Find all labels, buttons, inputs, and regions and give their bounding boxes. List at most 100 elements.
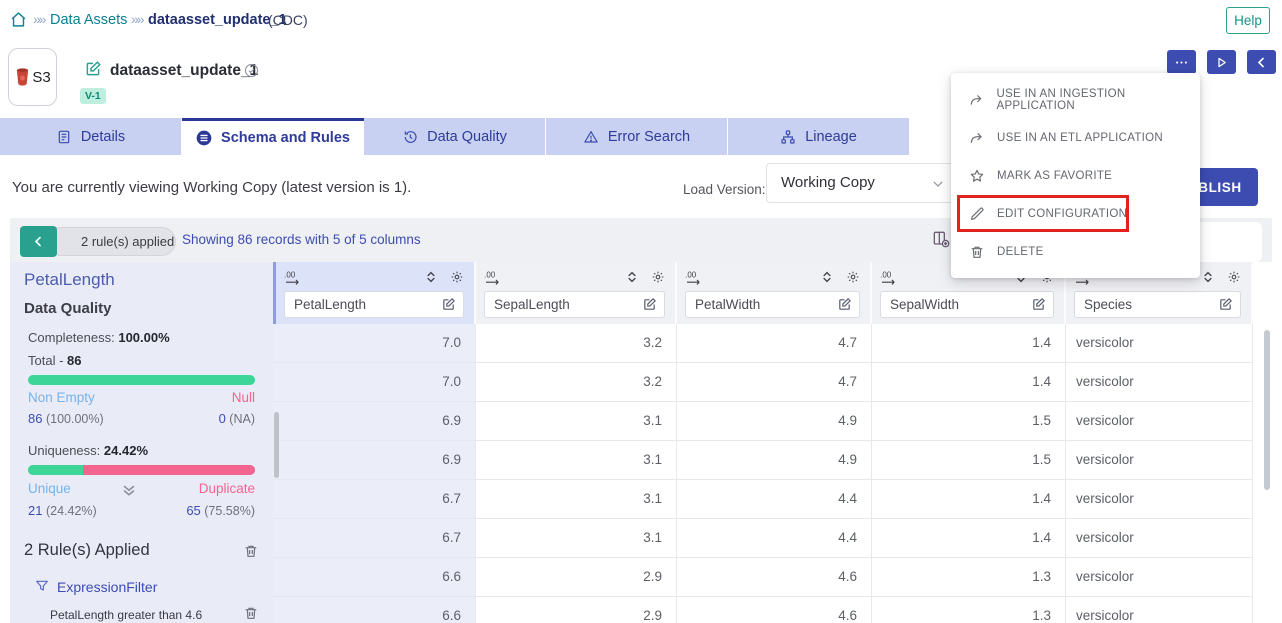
edit-column-icon[interactable] [1218, 297, 1233, 312]
edit-column-icon[interactable] [837, 297, 852, 312]
column-header-petalwidth: .00 PetalWidth [677, 262, 872, 324]
delete-rule-icon[interactable] [243, 605, 259, 621]
sort-icon[interactable] [1201, 270, 1215, 284]
gear-icon[interactable] [1227, 270, 1241, 284]
menu-item-use-in-an-etl-application[interactable]: USE IN AN ETL APPLICATION [951, 119, 1200, 157]
tab-error-search[interactable]: Error Search [546, 118, 728, 155]
right-scrollbar-thumb[interactable] [1264, 330, 1270, 490]
table-cell: 6.9 [273, 402, 476, 440]
table-cell: 6.6 [273, 597, 476, 623]
manage-columns-icon[interactable] [931, 229, 951, 249]
sort-icon[interactable] [625, 270, 639, 284]
menu-item-label: USE IN AN ETL APPLICATION [997, 132, 1163, 144]
tab-label: Data Quality [427, 129, 507, 145]
check-circle-icon [243, 62, 260, 79]
table-row[interactable]: 7.03.24.71.4versicolor [273, 363, 1253, 402]
table-cell: 1.5 [872, 402, 1066, 440]
table-row[interactable]: 6.73.14.41.4versicolor [273, 480, 1253, 519]
menu-item-delete[interactable]: DELETE [951, 233, 1200, 271]
column-profile-panel: PetalLength Data Quality Completeness: 1… [10, 262, 273, 623]
table-cell: 6.7 [273, 519, 476, 557]
table-row[interactable]: 6.62.94.61.3versicolor [273, 597, 1253, 623]
column-name-input[interactable]: SepalLength [484, 291, 665, 318]
menu-item-mark-as-favorite[interactable]: MARK AS FAVORITE [951, 157, 1200, 195]
edit-column-icon[interactable] [441, 297, 456, 312]
column-header-controls: .00 [484, 268, 665, 286]
column-name-value: SepalWidth [890, 297, 959, 312]
help-button[interactable]: Help [1226, 7, 1270, 34]
more-actions-button[interactable] [1167, 50, 1196, 74]
column-name-input[interactable]: Species [1074, 291, 1241, 318]
tab-details[interactable]: Details [0, 118, 182, 155]
working-copy-message: You are currently viewing Working Copy (… [12, 179, 411, 196]
gear-icon[interactable] [651, 270, 665, 284]
table-row[interactable]: 6.93.14.91.5versicolor [273, 402, 1253, 441]
table-cell: 3.1 [476, 480, 677, 518]
breadcrumb-current: dataasset_update_1 [148, 12, 287, 28]
gear-icon[interactable] [450, 270, 464, 284]
column-header-controls: .00 [284, 268, 464, 286]
table-cell: 4.7 [677, 324, 872, 362]
home-icon[interactable] [10, 11, 27, 28]
double-chevron-down-icon[interactable] [118, 482, 140, 500]
total-line: Total - 86 [28, 353, 82, 368]
table-cell: 1.4 [872, 324, 1066, 362]
load-version-select[interactable]: Working Copy [766, 163, 958, 203]
tab-label: Schema and Rules [221, 130, 350, 146]
actions-dropdown-menu: USE IN AN INGESTION APPLICATION USE IN AN… [951, 73, 1200, 278]
asset-type-label: S3 [32, 69, 50, 86]
tab-data-quality[interactable]: Data Quality [364, 118, 546, 155]
sort-icon[interactable] [820, 270, 834, 284]
left-scrollbar-thumb[interactable] [274, 412, 279, 478]
null-label: Null [232, 390, 255, 405]
filter-funnel-icon [34, 578, 50, 594]
share-arrow-icon [969, 92, 984, 108]
edit-column-icon[interactable] [642, 297, 657, 312]
menu-item-use-in-an-ingestion-application[interactable]: USE IN AN INGESTION APPLICATION [951, 81, 1200, 119]
breadcrumb-data-assets[interactable]: Data Assets [50, 12, 127, 28]
sort-icon[interactable] [424, 270, 438, 284]
menu-item-label: DELETE [997, 246, 1044, 258]
column-name-value: SepalLength [494, 297, 570, 312]
table-cell: 2.9 [476, 597, 677, 623]
menu-item-label: EDIT CONFIGURATION [997, 208, 1127, 220]
breadcrumb-separator: »» [33, 11, 45, 27]
completeness-bar [28, 375, 255, 385]
menu-item-label: MARK AS FAVORITE [997, 170, 1112, 182]
unique-label: Unique [28, 481, 71, 496]
table-cell: 3.1 [476, 441, 677, 479]
column-name-input[interactable]: PetalLength [284, 291, 464, 318]
rule-type-label[interactable]: ExpressionFilter [57, 579, 157, 595]
edit-title-icon[interactable] [84, 60, 102, 78]
decimal-type-icon: .00 [484, 270, 503, 285]
collapse-panel-button[interactable] [20, 226, 57, 257]
table-cell: versicolor [1066, 402, 1253, 440]
gear-icon[interactable] [846, 270, 860, 284]
table-row[interactable]: 6.93.14.91.5versicolor [273, 441, 1253, 480]
table-cell: 1.3 [872, 597, 1066, 623]
table-cell: versicolor [1066, 597, 1253, 623]
uniqueness-bar [28, 465, 255, 475]
menu-item-edit-configuration[interactable]: EDIT CONFIGURATION [951, 195, 1200, 233]
table-row[interactable]: 6.62.94.61.3versicolor [273, 558, 1253, 597]
table-cell: 1.5 [872, 441, 1066, 479]
decimal-type-icon: .00 [284, 270, 303, 285]
table-row[interactable]: 7.03.24.71.4versicolor [273, 324, 1253, 363]
tab-lineage[interactable]: Lineage [728, 118, 910, 155]
version-badge: V-1 [80, 88, 106, 104]
column-name-value: Species [1084, 297, 1132, 312]
table-row[interactable]: 6.73.14.41.4versicolor [273, 519, 1253, 558]
s3-bucket-icon [14, 66, 31, 88]
column-name-input[interactable]: PetalWidth [685, 291, 860, 318]
run-button[interactable] [1207, 50, 1236, 74]
column-header-controls: .00 [685, 268, 860, 286]
tab-schema-and-rules[interactable]: Schema and Rules [182, 118, 364, 155]
column-name-input[interactable]: SepalWidth [880, 291, 1054, 318]
edit-column-icon[interactable] [1031, 297, 1046, 312]
table-cell: 4.4 [677, 519, 872, 557]
collapse-button[interactable] [1247, 50, 1276, 74]
delete-all-rules-icon[interactable] [243, 543, 259, 559]
chevron-down-icon [931, 177, 945, 191]
tab-label: Details [81, 129, 125, 145]
svg-text:.00: .00 [880, 270, 892, 279]
